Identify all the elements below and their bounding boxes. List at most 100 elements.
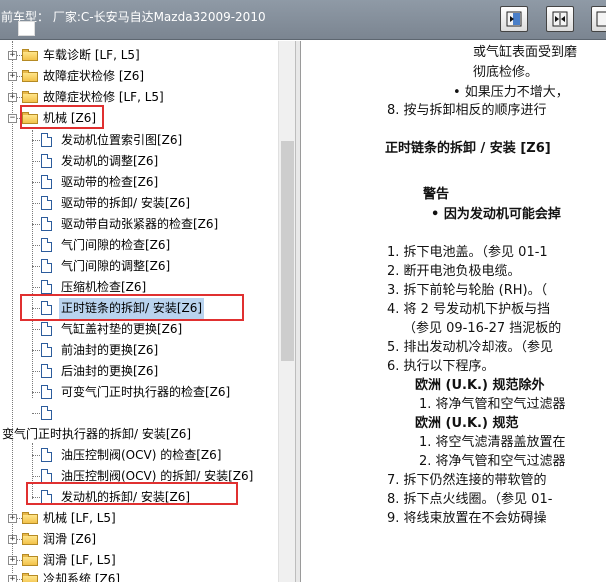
doc-line: 彻底检修。 [473, 65, 539, 80]
tree-item-label: 可变气门正时执行器的检查[Z6] [61, 385, 231, 399]
tree-item[interactable]: 后油封的更换[Z6] [0, 361, 278, 382]
document-icon [41, 406, 52, 420]
tree-item-label: 发动机的调整[Z6] [61, 154, 159, 168]
panel-right-button[interactable] [500, 6, 528, 32]
tree-item[interactable]: + 润滑 [Z6] [0, 529, 278, 550]
document-icon [41, 343, 52, 357]
tree-item[interactable]: + 冷却系统 [Z6] [0, 569, 278, 582]
scrollbar-thumb[interactable] [281, 141, 294, 361]
tree-item[interactable]: 驱动带的拆卸/ 安装[Z6] [0, 193, 278, 214]
doc-line: • 如果压力不增大， [453, 85, 569, 100]
navigation-tree[interactable]: + 车载诊断 [LF, L5] + 故障症状检修 [Z6] + 故障症状检修 [… [0, 41, 278, 582]
tree-item[interactable]: 气缸盖衬垫的更换[Z6] [0, 319, 278, 340]
document-view: 或气缸表面受到磨 彻底检修。 • 如果压力不增大， 8. 按与拆卸相反的顺序进行… [301, 41, 606, 582]
document-icon [41, 133, 52, 147]
doc-line: 6. 执行以下程序。 [387, 359, 495, 374]
tree-item-label: 前油封的更换[Z6] [61, 343, 159, 357]
doc-line: 5. 排出发动机冷却液。（参见 [387, 340, 554, 355]
folder-icon [22, 573, 38, 582]
tree-item-label: 变气门正时执行器的拆卸/ 安装[Z6] [2, 427, 192, 441]
tree-item-label: 驱动带的检查[Z6] [61, 175, 159, 189]
folder-icon [22, 91, 38, 103]
tree-item[interactable]: 气门间隙的检查[Z6] [0, 235, 278, 256]
expand-icon[interactable]: + [8, 575, 17, 582]
tree-item-label: 冷却系统 [Z6] [43, 572, 121, 582]
tree-item[interactable] [0, 403, 278, 424]
window-title: 前车型： 厂家:C-长安马自达Mazda32009-2010 [1, 10, 266, 24]
document-icon [41, 322, 52, 336]
tree-item-label: 气缸盖衬垫的更换[Z6] [61, 322, 183, 336]
folder-icon [22, 512, 38, 524]
doc-line: 1. 拆下电池盖。（参见 01-1 [387, 245, 548, 260]
doc-subheading: 欧洲 (U.K.) 规范 [415, 416, 519, 431]
tree-item[interactable]: + 故障症状检修 [Z6] [0, 66, 278, 87]
tree-item[interactable]: 油压控制阀(OCV) 的检查[Z6] [0, 445, 278, 466]
highlight-box [20, 105, 104, 129]
tree-scrollbar[interactable] [278, 41, 295, 582]
document-icon [41, 469, 52, 483]
collapse-horizontal-button[interactable] [546, 6, 574, 32]
section-heading: 正时链条的拆卸 / 安装 [Z6] [385, 141, 551, 156]
tree-item[interactable]: 发动机的调整[Z6] [0, 151, 278, 172]
tree-item[interactable]: 驱动带的检查[Z6] [0, 172, 278, 193]
app-icon [18, 21, 35, 36]
tree-item[interactable]: 可变气门正时执行器的检查[Z6] [0, 382, 278, 403]
tree-item-label: 故障症状检修 [Z6] [43, 69, 145, 83]
tree-item-label: 润滑 [LF, L5] [43, 553, 116, 567]
tree-item-label: 气门间隙的调整[Z6] [61, 259, 171, 273]
expand-icon[interactable]: + [8, 51, 17, 60]
panel-right-icon [506, 11, 522, 27]
doc-line: 2. 将净气管和空气过滤器 [419, 454, 566, 469]
expand-icon[interactable]: + [8, 93, 17, 102]
document-icon [41, 259, 52, 273]
tree-item[interactable]: + 润滑 [LF, L5] [0, 550, 278, 571]
doc-line: 3. 拆下前轮与轮胎 (RH)。（ [387, 283, 548, 298]
collapse-horizontal-icon [552, 11, 568, 27]
tree-item[interactable]: 驱动带自动张紧器的检查[Z6] [0, 214, 278, 235]
tree-item-label: 润滑 [Z6] [43, 532, 97, 546]
warning-heading: 警告 [423, 187, 450, 202]
expand-icon[interactable]: + [8, 535, 17, 544]
tree-item[interactable]: 发动机位置索引图[Z6] [0, 130, 278, 151]
document-icon [41, 175, 52, 189]
panel-left-icon [596, 11, 606, 27]
doc-line: 1. 将净气管和空气过滤器 [419, 397, 566, 412]
tree-item[interactable]: 变气门正时执行器的拆卸/ 安装[Z6] [0, 424, 278, 445]
tree-item[interactable]: + 车载诊断 [LF, L5] [0, 45, 278, 66]
document-icon [41, 364, 52, 378]
doc-line: 4. 将 2 号发动机下护板与挡 [387, 302, 551, 317]
highlight-box [20, 294, 244, 321]
tree-item-label: 机械 [LF, L5] [43, 511, 116, 525]
panel-left-button[interactable] [591, 6, 606, 32]
document-icon [41, 385, 52, 399]
tree-item[interactable]: 前油封的更换[Z6] [0, 340, 278, 361]
doc-line: 或气缸表面受到磨 [473, 45, 578, 60]
doc-subheading: 欧洲 (U.K.) 规范除外 [415, 378, 545, 393]
tree-item-label: 油压控制阀(OCV) 的检查[Z6] [61, 448, 222, 462]
doc-line: 2. 断开电池负极电缆。 [387, 264, 521, 279]
tree-item[interactable]: 气门间隙的调整[Z6] [0, 256, 278, 277]
document-icon [41, 196, 52, 210]
tree-item-label: 发动机位置索引图[Z6] [61, 133, 183, 147]
expand-icon[interactable]: + [8, 72, 17, 81]
doc-line: 8. 按与拆卸相反的顺序进行 [387, 103, 547, 118]
title-bar: 前车型： 厂家:C-长安马自达Mazda32009-2010 [0, 0, 606, 40]
doc-line: 9. 将线束放置在不会妨碍操 [387, 511, 547, 526]
expand-icon[interactable]: + [8, 514, 17, 523]
folder-icon [22, 49, 38, 61]
document-icon [41, 448, 52, 462]
warning-text: • 因为发动机可能会掉 [431, 207, 561, 222]
tree-item-label: 驱动带的拆卸/ 安装[Z6] [61, 196, 191, 210]
document-icon [41, 217, 52, 231]
doc-line: 8. 拆下点火线圈。（参见 01- [387, 492, 553, 507]
expand-icon[interactable]: + [8, 556, 17, 565]
tree-item[interactable]: + 机械 [LF, L5] [0, 508, 278, 529]
doc-line: 7. 拆下仍然连接的带软管的 [387, 473, 547, 488]
collapse-icon[interactable]: − [8, 114, 17, 123]
tree-item-label: 后油封的更换[Z6] [61, 364, 159, 378]
tree-item-label: 车载诊断 [LF, L5] [43, 48, 140, 62]
highlight-box [26, 482, 238, 505]
folder-icon [22, 554, 38, 566]
tree-item-label: 气门间隙的检查[Z6] [61, 238, 171, 252]
doc-line: 1. 将空气滤清器盖放置在 [419, 435, 566, 450]
